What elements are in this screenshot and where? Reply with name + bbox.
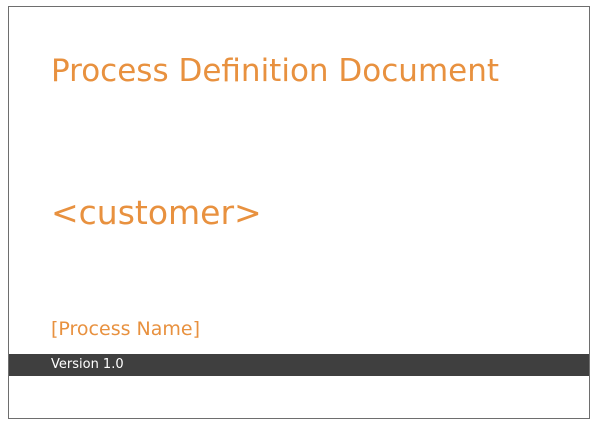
version-bar: Version 1.0	[9, 354, 589, 376]
process-name-placeholder: [Process Name]	[51, 318, 200, 340]
customer-placeholder: <customer>	[51, 193, 262, 232]
document-title: Process Definition Document	[51, 53, 500, 89]
version-label: Version 1.0	[51, 357, 124, 372]
document-cover-page: Process Definition Document <customer> […	[0, 0, 604, 430]
